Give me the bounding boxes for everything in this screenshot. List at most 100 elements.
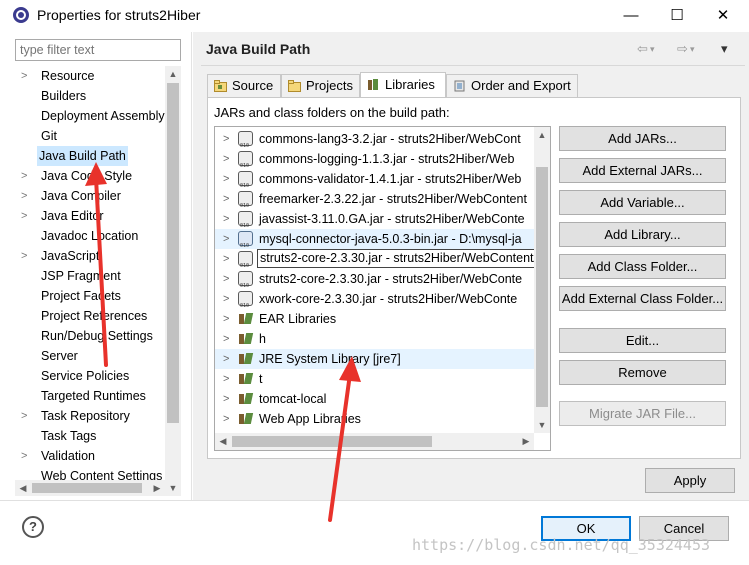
expand-chevron-icon[interactable]: > — [223, 389, 229, 409]
sidebar-item-label: Task Tags — [41, 429, 97, 443]
expand-chevron-icon[interactable]: > — [21, 66, 31, 86]
add-external-jars-button[interactable]: Add External JARs... — [559, 158, 726, 183]
scroll-down-arrow-icon[interactable]: ▼ — [165, 480, 181, 496]
library-vertical-scrollbar[interactable]: ▲ ▼ — [534, 127, 550, 433]
jar-icon — [238, 191, 253, 216]
add-external-class-folder-button[interactable]: Add External Class Folder... — [559, 286, 726, 311]
expand-chevron-icon[interactable]: > — [21, 446, 31, 466]
library-entry[interactable]: > EAR Libraries — [215, 309, 535, 329]
library-horizontal-scrollbar[interactable]: ◀ ▶ — [215, 433, 534, 450]
add-class-folder-button[interactable]: Add Class Folder... — [559, 254, 726, 279]
back-arrow-icon[interactable]: ⇦ — [637, 41, 648, 57]
expand-chevron-icon[interactable]: > — [21, 166, 31, 186]
expand-chevron-icon[interactable]: > — [223, 369, 229, 389]
bottom-separator — [0, 500, 749, 501]
maximize-button[interactable]: ☐ — [654, 0, 700, 30]
add-library-button[interactable]: Add Library... — [559, 222, 726, 247]
library-icon — [238, 371, 253, 386]
scroll-left-arrow-icon[interactable]: ◀ — [15, 480, 31, 496]
library-entry-label: freemarker-2.3.22.jar - struts2Hiber/Web… — [259, 192, 527, 206]
scroll-thumb[interactable] — [32, 483, 142, 493]
scroll-thumb[interactable] — [167, 83, 179, 423]
libraries-tab-panel: JARs and class folders on the build path… — [207, 97, 741, 459]
apply-button[interactable]: Apply — [645, 468, 735, 493]
edit-button[interactable]: Edit... — [559, 328, 726, 353]
tab-label: Order and Export — [471, 78, 571, 93]
expand-chevron-icon[interactable]: > — [223, 329, 229, 349]
expand-chevron-icon[interactable]: > — [223, 309, 229, 329]
expand-chevron-icon[interactable]: > — [21, 246, 31, 266]
expand-chevron-icon[interactable]: > — [223, 409, 229, 429]
library-entry-label: EAR Libraries — [259, 312, 337, 326]
page-title: Java Build Path — [206, 41, 311, 57]
expand-chevron-icon[interactable]: > — [223, 129, 229, 149]
expand-chevron-icon[interactable]: > — [223, 249, 229, 269]
expand-chevron-icon[interactable]: > — [21, 406, 31, 426]
sidebar-item-label: Targeted Runtimes — [41, 389, 146, 403]
title-bar: Properties for struts2Hiber — ☐ ✕ — [0, 0, 749, 32]
library-icon — [238, 391, 253, 406]
expand-chevron-icon[interactable]: > — [223, 189, 229, 209]
sidebar-item-label: Git — [41, 129, 57, 143]
jar-icon — [238, 151, 253, 176]
forward-arrow-icon[interactable]: ⇨ — [677, 41, 688, 57]
forward-dropdown-icon[interactable]: ▾ — [690, 44, 695, 55]
scroll-thumb[interactable] — [232, 436, 432, 447]
scroll-right-arrow-icon[interactable]: ▶ — [149, 480, 165, 496]
library-entry[interactable]: > mysql-connector-java-5.0.3-bin.jar - D:… — [215, 229, 535, 256]
library-entry[interactable]: > Web App Libraries — [215, 409, 535, 429]
jar-icon — [238, 131, 253, 156]
back-dropdown-icon[interactable]: ▾ — [650, 44, 655, 55]
library-entry[interactable]: > struts2-core-2.3.30.jar - struts2Hiber/… — [215, 249, 550, 276]
tree-vertical-scrollbar[interactable]: ▲ ▼ — [165, 66, 181, 496]
expand-chevron-icon[interactable]: > — [223, 269, 229, 289]
library-entry[interactable]: > tomcat-local — [215, 389, 535, 409]
sidebar-item-label: Resource — [41, 69, 95, 83]
scroll-up-arrow-icon[interactable]: ▲ — [165, 66, 181, 82]
add-jars-button[interactable]: Add JARs... — [559, 126, 726, 151]
scroll-up-arrow-icon[interactable]: ▲ — [534, 127, 550, 143]
expand-chevron-icon[interactable]: > — [223, 169, 229, 189]
migrate-jar-button[interactable]: Migrate JAR File... — [559, 401, 726, 426]
sidebar-item-label: Service Policies — [41, 369, 130, 383]
source-folder-icon — [214, 80, 227, 92]
tab-order-and-export[interactable]: Order and Export — [446, 74, 578, 97]
filter-input[interactable] — [15, 39, 181, 61]
tab-label: Projects — [306, 78, 353, 93]
expand-chevron-icon[interactable]: > — [223, 349, 229, 369]
close-button[interactable]: ✕ — [700, 0, 746, 30]
external-jar-icon — [238, 231, 253, 256]
library-entry[interactable]: > javassist-3.11.0.GA.jar - struts2Hiber/… — [215, 209, 535, 236]
expand-chevron-icon[interactable]: > — [21, 186, 31, 206]
library-entry[interactable]: > JRE System Library [jre7] — [215, 349, 535, 369]
view-menu-icon[interactable]: ▾ — [721, 41, 728, 57]
help-icon[interactable]: ? — [22, 516, 44, 538]
expand-chevron-icon[interactable]: > — [223, 289, 229, 309]
scroll-down-arrow-icon[interactable]: ▼ — [534, 417, 550, 433]
scroll-right-arrow-icon[interactable]: ▶ — [518, 433, 534, 450]
library-entry[interactable]: > xwork-core-2.3.30.jar - struts2Hiber/We… — [215, 289, 535, 316]
scroll-left-arrow-icon[interactable]: ◀ — [215, 433, 231, 450]
scroll-thumb[interactable] — [536, 167, 548, 407]
library-entry[interactable]: > commons-lang3-3.2.jar - struts2Hiber/We… — [215, 129, 535, 156]
library-entry[interactable]: > freemarker-2.3.22.jar - struts2Hiber/We… — [215, 189, 535, 216]
add-variable-button[interactable]: Add Variable... — [559, 190, 726, 215]
library-entry[interactable]: > commons-validator-1.4.1.jar - struts2Hi… — [215, 169, 535, 196]
expand-chevron-icon[interactable]: > — [21, 206, 31, 226]
expand-chevron-icon[interactable]: > — [223, 229, 229, 249]
library-entry[interactable]: > commons-logging-1.1.3.jar - struts2Hibe… — [215, 149, 535, 176]
library-entry[interactable]: > struts2-core-2.3.30.jar - struts2Hiber/… — [215, 269, 535, 296]
sidebar-item-label: Run/Debug Settings — [41, 329, 153, 343]
remove-button[interactable]: Remove — [559, 360, 726, 385]
sidebar-item-label: JavaScript — [41, 249, 100, 263]
library-entry[interactable]: > h — [215, 329, 535, 349]
library-entry[interactable]: > t — [215, 369, 535, 389]
minimize-button[interactable]: — — [608, 0, 654, 30]
order-export-icon — [454, 80, 465, 92]
tab-libraries[interactable]: Libraries — [360, 72, 446, 97]
tab-projects[interactable]: Projects — [281, 74, 360, 97]
tree-horizontal-scrollbar[interactable]: ◀ ▶ — [15, 480, 165, 496]
expand-chevron-icon[interactable]: > — [223, 209, 229, 229]
tab-source[interactable]: Source — [207, 74, 281, 97]
expand-chevron-icon[interactable]: > — [223, 149, 229, 169]
